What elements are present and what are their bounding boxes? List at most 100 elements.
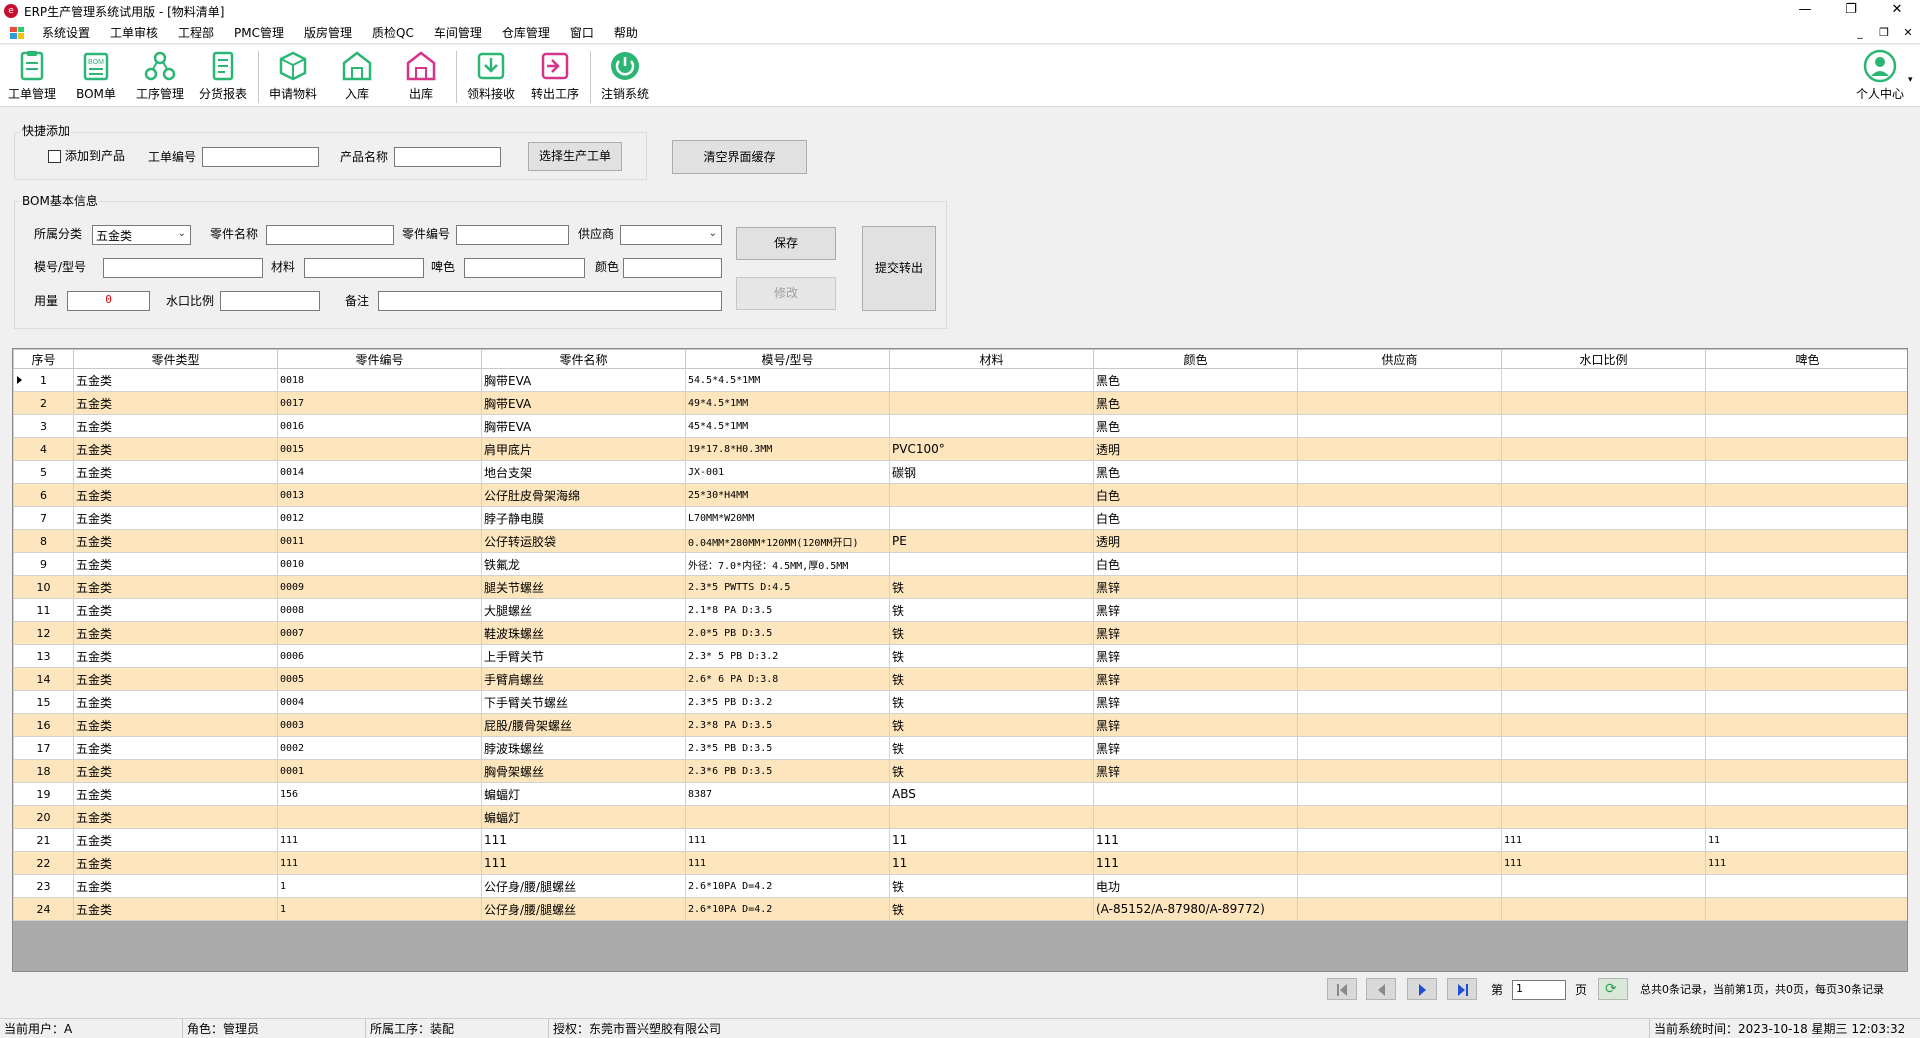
part-no-cell[interactable]: 111 bbox=[277, 851, 482, 875]
material-cell[interactable]: 碳钢 bbox=[889, 460, 1094, 484]
material-cell[interactable]: 铁 bbox=[889, 713, 1094, 737]
part-type-cell[interactable]: 五金类 bbox=[73, 368, 278, 392]
part-name-cell[interactable]: 公仔转运胶袋 bbox=[481, 529, 686, 553]
menu-warehouse[interactable]: 仓库管理 bbox=[492, 22, 560, 44]
color-cell[interactable]: 111 bbox=[1093, 828, 1298, 852]
column-header-water-ratio[interactable]: 水口比例 bbox=[1501, 349, 1706, 369]
part-no-cell[interactable]: 0016 bbox=[277, 414, 482, 438]
supplier-cell[interactable] bbox=[1297, 736, 1502, 760]
model-cell[interactable]: 2.3*5 PWTTS D:4.5 bbox=[685, 575, 890, 599]
row-index-cell[interactable]: 17 bbox=[13, 736, 74, 760]
order-no-field[interactable] bbox=[202, 147, 319, 167]
part-name-cell[interactable]: 胸骨架螺丝 bbox=[481, 759, 686, 783]
spray-color-cell[interactable] bbox=[1705, 437, 1907, 461]
model-cell[interactable]: 2.3* 5 PB D:3.2 bbox=[685, 644, 890, 668]
part-no-cell[interactable]: 0006 bbox=[277, 644, 482, 668]
part-name-cell[interactable]: 地台支架 bbox=[481, 460, 686, 484]
model-cell[interactable]: 2.1*8 PA D:3.5 bbox=[685, 598, 890, 622]
water-ratio-cell[interactable] bbox=[1501, 667, 1706, 691]
supplier-cell[interactable] bbox=[1297, 437, 1502, 461]
model-cell[interactable]: 2.6*10PA D=4.2 bbox=[685, 874, 890, 898]
model-cell[interactable]: 19*17.8*H0.3MM bbox=[685, 437, 890, 461]
supplier-cell[interactable] bbox=[1297, 598, 1502, 622]
table-row[interactable]: 16 五金类 0003 屁股/腰骨架螺丝 2.3*8 PA D:3.5 铁黑锌 bbox=[13, 713, 1907, 737]
spray-color-cell[interactable] bbox=[1705, 368, 1907, 392]
part-type-cell[interactable]: 五金类 bbox=[73, 897, 278, 921]
water-ratio-cell[interactable] bbox=[1501, 598, 1706, 622]
spray-color-cell[interactable] bbox=[1705, 874, 1907, 898]
part-type-cell[interactable]: 五金类 bbox=[73, 690, 278, 714]
color-cell[interactable]: 电功 bbox=[1093, 874, 1298, 898]
bom-data-grid[interactable]: 序号 零件类型 零件编号 零件名称 模号/型号 材料 颜色 供应商 水口比例 啤… bbox=[12, 348, 1908, 972]
spray-color-cell[interactable] bbox=[1705, 483, 1907, 507]
supplier-select[interactable]: ⌄ bbox=[620, 225, 722, 245]
water-ratio-field[interactable] bbox=[220, 291, 320, 311]
supplier-cell[interactable] bbox=[1297, 575, 1502, 599]
part-type-cell[interactable]: 五金类 bbox=[73, 460, 278, 484]
water-ratio-cell[interactable] bbox=[1501, 897, 1706, 921]
part-type-cell[interactable]: 五金类 bbox=[73, 575, 278, 599]
prev-page-button[interactable] bbox=[1366, 978, 1396, 1000]
part-type-cell[interactable]: 五金类 bbox=[73, 437, 278, 461]
model-cell[interactable]: 2.3*5 PB D:3.5 bbox=[685, 736, 890, 760]
material-cell[interactable]: ABS bbox=[889, 782, 1094, 806]
menu-qc[interactable]: 质检QC bbox=[362, 22, 424, 44]
column-header-spray-color[interactable]: 啤色 bbox=[1705, 349, 1907, 369]
row-index-cell[interactable]: 24 bbox=[13, 897, 74, 921]
material-cell[interactable]: 铁 bbox=[889, 667, 1094, 691]
material-cell[interactable]: 铁 bbox=[889, 874, 1094, 898]
spray-color-cell[interactable] bbox=[1705, 736, 1907, 760]
submit-transfer-button[interactable]: 提交转出 bbox=[862, 226, 936, 311]
part-no-cell[interactable]: 0003 bbox=[277, 713, 482, 737]
row-index-cell[interactable]: 21 bbox=[13, 828, 74, 852]
row-index-cell[interactable]: 20 bbox=[13, 805, 74, 829]
part-type-cell[interactable]: 五金类 bbox=[73, 667, 278, 691]
row-index-cell[interactable]: 10 bbox=[13, 575, 74, 599]
color-cell[interactable]: 黑锌 bbox=[1093, 621, 1298, 645]
user-center-button[interactable]: 个人中心 bbox=[1850, 49, 1910, 105]
water-ratio-cell[interactable] bbox=[1501, 483, 1706, 507]
spray-color-cell[interactable] bbox=[1705, 529, 1907, 553]
part-no-cell[interactable]: 1 bbox=[277, 897, 482, 921]
material-cell[interactable]: 铁 bbox=[889, 759, 1094, 783]
part-type-cell[interactable]: 五金类 bbox=[73, 414, 278, 438]
material-cell[interactable]: 铁 bbox=[889, 736, 1094, 760]
table-row[interactable]: 7 五金类 0012 脖子静电膜 L70MM*W20MM 白色 bbox=[13, 506, 1907, 530]
material-cell[interactable]: 铁 bbox=[889, 621, 1094, 645]
part-type-cell[interactable]: 五金类 bbox=[73, 851, 278, 875]
table-row[interactable]: 4 五金类 0015 肩甲底片 19*17.8*H0.3MM PVC100° 透明 bbox=[13, 437, 1907, 461]
part-name-cell[interactable]: 胸带EVA bbox=[481, 391, 686, 415]
part-type-cell[interactable]: 五金类 bbox=[73, 713, 278, 737]
part-type-cell[interactable]: 五金类 bbox=[73, 644, 278, 668]
menu-pmc[interactable]: PMC管理 bbox=[224, 22, 294, 44]
menu-pattern-room[interactable]: 版房管理 bbox=[294, 22, 362, 44]
column-header-supplier[interactable]: 供应商 bbox=[1297, 349, 1502, 369]
table-row[interactable]: 19 五金类 156 蝙蝠灯 8387 ABS bbox=[13, 782, 1907, 806]
menu-system-settings[interactable]: 系统设置 bbox=[32, 22, 100, 44]
spray-color-cell[interactable] bbox=[1705, 759, 1907, 783]
model-cell[interactable]: 2.3*6 PB D:3.5 bbox=[685, 759, 890, 783]
model-cell[interactable]: 2.6* 6 PA D:3.8 bbox=[685, 667, 890, 691]
spray-color-cell[interactable] bbox=[1705, 391, 1907, 415]
color-cell[interactable]: 透明 bbox=[1093, 529, 1298, 553]
color-cell[interactable]: 黑锌 bbox=[1093, 713, 1298, 737]
spray-color-cell[interactable] bbox=[1705, 782, 1907, 806]
material-cell[interactable] bbox=[889, 391, 1094, 415]
part-type-cell[interactable]: 五金类 bbox=[73, 529, 278, 553]
supplier-cell[interactable] bbox=[1297, 759, 1502, 783]
material-cell[interactable]: PVC100° bbox=[889, 437, 1094, 461]
water-ratio-cell[interactable] bbox=[1501, 437, 1706, 461]
modify-button[interactable]: 修改 bbox=[736, 277, 836, 310]
supplier-cell[interactable] bbox=[1297, 368, 1502, 392]
color-cell[interactable]: 黑色 bbox=[1093, 368, 1298, 392]
tool-stock-out[interactable]: 出库 bbox=[391, 49, 451, 105]
column-header-part-type[interactable]: 零件类型 bbox=[73, 349, 278, 369]
spray-color-cell[interactable] bbox=[1705, 552, 1907, 576]
model-cell[interactable] bbox=[685, 805, 890, 829]
water-ratio-cell[interactable] bbox=[1501, 621, 1706, 645]
material-cell[interactable]: 铁 bbox=[889, 575, 1094, 599]
part-name-cell[interactable]: 蝙蝠灯 bbox=[481, 782, 686, 806]
chevron-down-icon[interactable]: ▾ bbox=[1908, 75, 1913, 85]
part-type-cell[interactable]: 五金类 bbox=[73, 598, 278, 622]
part-name-cell[interactable]: 脖波珠螺丝 bbox=[481, 736, 686, 760]
